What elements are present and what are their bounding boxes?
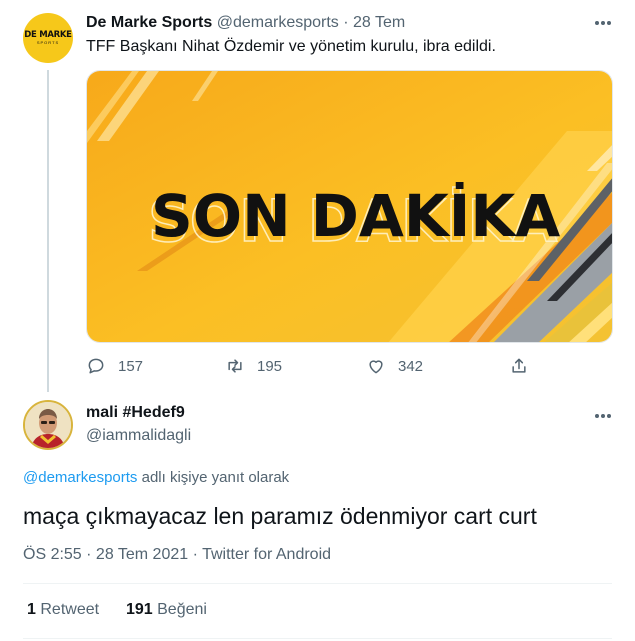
like-action[interactable]: 342: [366, 356, 423, 376]
retweet-total: 1: [27, 601, 36, 618]
retweet-label: Retweet: [40, 601, 100, 618]
reply-author-name[interactable]: mali #Hedef9: [86, 404, 185, 422]
tweet-source[interactable]: Twitter for Android: [202, 546, 331, 563]
author-handle[interactable]: @demarkesports: [217, 14, 339, 31]
reply-count: 157: [118, 357, 144, 375]
share-icon: [512, 358, 526, 373]
retweet-action[interactable]: 195: [225, 356, 282, 376]
tweet-time[interactable]: ÖS 2:55: [23, 546, 82, 563]
reply-text: maça çıkmayacaz len paramız ödenmiyor ca…: [23, 503, 537, 529]
tweet-text: TFF Başkanı Nihat Özdemir ve yönetim kur…: [86, 38, 496, 55]
more-options-icon[interactable]: [592, 12, 614, 34]
meta-separator: ·: [343, 14, 349, 31]
divider: [23, 638, 612, 639]
divider: [23, 583, 612, 584]
reply-icon: [88, 358, 104, 374]
like-count: 342: [398, 357, 424, 375]
replying-mention-link[interactable]: @demarkesports: [23, 469, 137, 486]
time-separator: ·: [81, 546, 96, 563]
retweet-count: 195: [257, 357, 283, 375]
tweet-date[interactable]: 28 Tem: [353, 14, 405, 31]
more-options-icon[interactable]: [592, 405, 614, 427]
likes-stat[interactable]: 191 Beğeni: [126, 601, 207, 618]
engagement-stats: 1 Retweet 191 Beğeni: [27, 601, 207, 619]
replying-suffix: adlı kişiye yanıt olarak: [137, 469, 290, 486]
banner-text: SON DAKİKA: [151, 181, 560, 250]
replying-to: @demarkesports adlı kişiye yanıt olarak: [23, 469, 289, 486]
tweet-image[interactable]: SON DAKİKA SON DAKİKA: [86, 70, 613, 343]
reply-author-handle[interactable]: @iammalidagli: [86, 427, 191, 445]
avatar-demarkesports[interactable]: DE MARKE SPORTS: [23, 13, 73, 63]
like-total: 191: [125, 601, 153, 618]
thread-line: [47, 70, 49, 392]
reply-action[interactable]: 157: [86, 356, 143, 376]
like-label: Beğeni: [157, 601, 207, 618]
avatar-logo-text: DE MARKE: [24, 30, 72, 40]
tweet-timestamp: ÖS 2:55 · 28 Tem 2021 · Twitter for Andr…: [23, 546, 331, 564]
tweet-header: De Marke Sports @demarkesports · 28 Tem: [86, 14, 405, 32]
heart-icon: [369, 360, 383, 374]
tweet-full-date[interactable]: 28 Tem 2021: [96, 546, 188, 563]
avatar-iammalidagli[interactable]: [23, 400, 73, 450]
source-separator: ·: [188, 546, 203, 563]
avatar-logo-subtext: SPORTS: [36, 40, 60, 45]
share-action[interactable]: [509, 356, 529, 376]
author-name[interactable]: De Marke Sports: [86, 14, 212, 31]
retweets-stat[interactable]: 1 Retweet: [27, 601, 99, 618]
retweet-icon: [228, 359, 242, 373]
